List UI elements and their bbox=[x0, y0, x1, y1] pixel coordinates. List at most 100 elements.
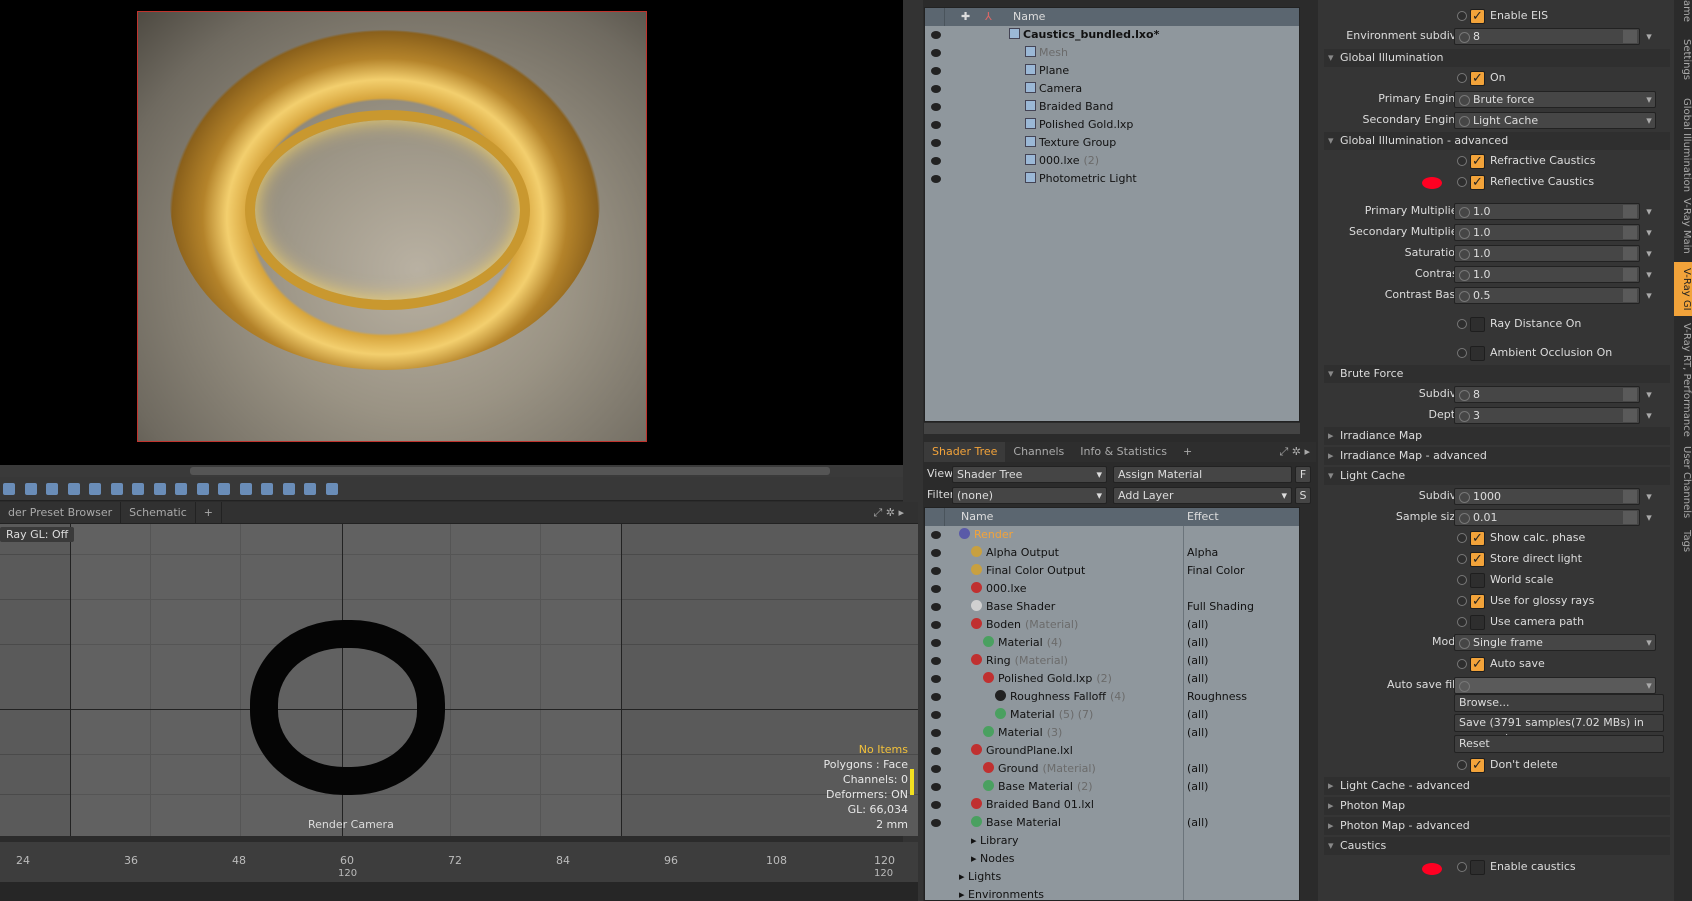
eye-icon[interactable] bbox=[931, 621, 941, 629]
shader-effect[interactable]: Final Color bbox=[1187, 562, 1245, 580]
reset-dot[interactable] bbox=[1457, 617, 1467, 627]
add-icon[interactable]: ✚ bbox=[961, 8, 970, 26]
check-icon[interactable]: ✓ bbox=[1470, 531, 1485, 546]
axes-icon[interactable]: ⅄ bbox=[985, 8, 992, 26]
dont-delete-checkbox[interactable]: ✓ bbox=[1454, 756, 1486, 774]
add-tab-button[interactable]: + bbox=[1175, 442, 1200, 462]
sample-size-field[interactable]: 0.01 bbox=[1454, 509, 1640, 526]
item-list-scrollbar[interactable] bbox=[924, 423, 1300, 434]
panel-options-icon[interactable]: ⤢ ✲ ▸ bbox=[1279, 442, 1310, 462]
reset-dot[interactable] bbox=[1457, 11, 1467, 21]
effect-column-header[interactable]: Effect bbox=[1187, 508, 1219, 526]
side-tab-settings[interactable]: Settings bbox=[1674, 30, 1692, 90]
reset-dot[interactable] bbox=[1457, 319, 1467, 329]
grid-icon[interactable] bbox=[24, 483, 37, 495]
item-row[interactable]: Plane bbox=[925, 62, 1299, 80]
eye-icon[interactable] bbox=[931, 675, 941, 683]
bf-subdivs-field[interactable]: 8 bbox=[1454, 386, 1640, 403]
green-icon[interactable] bbox=[196, 483, 209, 495]
section-irradiance-map[interactable]: Irradiance Map bbox=[1324, 427, 1670, 445]
chevron-down-icon[interactable]: ▾ bbox=[1642, 677, 1656, 694]
h-icon[interactable] bbox=[261, 483, 273, 495]
eye-icon[interactable] bbox=[931, 531, 941, 539]
show-calc-checkbox[interactable]: ✓ bbox=[1454, 529, 1486, 547]
visibility-column[interactable] bbox=[925, 8, 945, 26]
item-row[interactable]: Camera bbox=[925, 80, 1299, 98]
eye-icon[interactable] bbox=[931, 139, 941, 147]
shader-effect[interactable]: (all) bbox=[1187, 778, 1208, 796]
render-scroll-thumb[interactable] bbox=[190, 467, 830, 475]
chevron-down-icon[interactable]: ▾ bbox=[1642, 224, 1656, 241]
ring-mesh[interactable] bbox=[250, 620, 445, 795]
eye-icon[interactable] bbox=[931, 31, 941, 39]
checkbox-box[interactable] bbox=[1470, 573, 1485, 588]
item-row[interactable]: Photometric Light bbox=[925, 170, 1299, 188]
check-icon[interactable]: ✓ bbox=[1470, 552, 1485, 567]
reset-dot[interactable] bbox=[1457, 533, 1467, 543]
check-icon[interactable]: ✓ bbox=[1470, 657, 1485, 672]
shader-effect[interactable]: Alpha bbox=[1187, 544, 1218, 562]
shader-row[interactable]: 000.lxe bbox=[925, 580, 1299, 598]
saturation-field[interactable]: 1.0 bbox=[1454, 245, 1640, 262]
reset-dot[interactable] bbox=[1457, 760, 1467, 770]
compare-icon[interactable] bbox=[282, 483, 295, 495]
reset-dot[interactable] bbox=[1457, 348, 1467, 358]
eye-icon[interactable] bbox=[931, 747, 941, 755]
auto-save-file-field[interactable] bbox=[1454, 677, 1656, 694]
region-icon[interactable] bbox=[239, 483, 252, 495]
eye-icon[interactable] bbox=[931, 693, 941, 701]
refractive-caustics-checkbox[interactable]: ✓ bbox=[1454, 152, 1486, 170]
section-photon-map-advanced[interactable]: Photon Map - advanced bbox=[1324, 817, 1670, 835]
check-icon[interactable]: ✓ bbox=[1470, 594, 1485, 609]
eye-icon[interactable] bbox=[931, 175, 941, 183]
auto-save-checkbox[interactable]: ✓ bbox=[1454, 655, 1486, 673]
color-icon[interactable] bbox=[89, 483, 101, 495]
secondary-engine-dropdown[interactable]: Light Cache bbox=[1454, 112, 1656, 129]
shader-row[interactable]: Material (3) (all) bbox=[925, 724, 1299, 742]
shader-row[interactable]: ▸ Lights bbox=[925, 868, 1299, 886]
side-tab-user-channels[interactable]: User Channels bbox=[1674, 445, 1692, 520]
shader-effect[interactable]: Roughness bbox=[1187, 688, 1247, 706]
reset-dot[interactable] bbox=[1457, 575, 1467, 585]
timeline-ruler[interactable]: 24 36 48 60 72 84 96 108 120 120 120 bbox=[0, 842, 918, 882]
chevron-down-icon[interactable]: ▾ bbox=[1642, 266, 1656, 283]
reset-button[interactable]: Reset bbox=[1454, 735, 1664, 753]
eye-icon[interactable] bbox=[931, 157, 941, 165]
reflective-caustics-checkbox[interactable]: ✓ bbox=[1454, 173, 1486, 191]
eye-icon[interactable] bbox=[931, 567, 941, 575]
eye-icon[interactable] bbox=[931, 67, 941, 75]
checkbox-box[interactable] bbox=[1470, 317, 1485, 332]
shader-row[interactable]: ▸ Nodes bbox=[925, 850, 1299, 868]
eye-icon[interactable] bbox=[931, 639, 941, 647]
tab-info-statistics[interactable]: Info & Statistics bbox=[1072, 442, 1175, 462]
tab-preset-browser[interactable]: der Preset Browser bbox=[0, 502, 122, 524]
chevron-down-icon[interactable]: ▾ bbox=[1642, 112, 1656, 129]
item-row[interactable]: Caustics_bundled.lxo* bbox=[925, 26, 1299, 44]
section-irradiance-advanced[interactable]: Irradiance Map - advanced bbox=[1324, 447, 1670, 465]
reset-dot[interactable] bbox=[1457, 862, 1467, 872]
eye-icon[interactable] bbox=[931, 765, 941, 773]
chevron-down-icon[interactable]: ▾ bbox=[1642, 28, 1656, 45]
tab-schematic[interactable]: Schematic bbox=[121, 502, 196, 524]
reset-dot[interactable] bbox=[1457, 659, 1467, 669]
shader-effect[interactable]: (all) bbox=[1187, 760, 1208, 778]
3d-viewport[interactable]: Ray GL: Off No Items Polygons : Face Cha… bbox=[0, 524, 918, 836]
shader-row[interactable]: Alpha Output Alpha bbox=[925, 544, 1299, 562]
eye-icon[interactable] bbox=[931, 603, 941, 611]
enable-caustics-checkbox[interactable] bbox=[1454, 858, 1486, 876]
shader-effect[interactable]: (all) bbox=[1187, 724, 1208, 742]
visibility-column[interactable] bbox=[925, 508, 945, 526]
shader-row[interactable]: Polished Gold.lxp (2) (all) bbox=[925, 670, 1299, 688]
side-tab-vray-gi[interactable]: V-Ray GI bbox=[1674, 262, 1692, 316]
shader-row[interactable]: ▸ Library bbox=[925, 832, 1299, 850]
item-row[interactable]: Mesh bbox=[925, 44, 1299, 62]
section-light-cache[interactable]: Light Cache bbox=[1324, 467, 1670, 485]
eye-icon[interactable] bbox=[931, 657, 941, 665]
item-row[interactable]: Braided Band bbox=[925, 98, 1299, 116]
name-column-header[interactable]: Name bbox=[1013, 8, 1045, 26]
use-glossy-checkbox[interactable]: ✓ bbox=[1454, 592, 1486, 610]
add-tab-button[interactable]: + bbox=[196, 502, 223, 524]
shader-row[interactable]: Material (4) (all) bbox=[925, 634, 1299, 652]
shader-effect[interactable]: (all) bbox=[1187, 652, 1208, 670]
shader-row[interactable]: Render bbox=[925, 526, 1299, 544]
